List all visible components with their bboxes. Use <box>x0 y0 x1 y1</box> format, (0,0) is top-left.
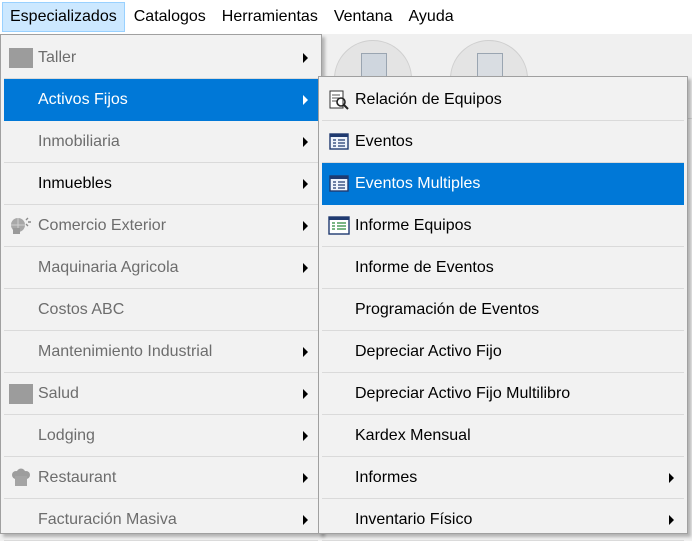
activos-fijos-item-label: Depreciar Activo Fijo <box>355 343 502 360</box>
activos-fijos-item-label: Informes <box>355 469 418 486</box>
activos-fijos-item-eventos[interactable]: Eventos <box>322 121 684 163</box>
especializados-item-taller[interactable]: Taller <box>4 37 318 79</box>
activos-fijos-item-inventario-fisico[interactable]: Inventario Físico <box>322 499 684 541</box>
submenu-arrow-icon <box>303 53 308 63</box>
activos-fijos-item-label: Informe de Eventos <box>355 259 494 276</box>
especializados-item-label: Taller <box>38 49 77 66</box>
especializados-item-label: Comercio Exterior <box>38 217 167 234</box>
especializados-item-salud[interactable]: Salud <box>4 373 318 415</box>
activos-fijos-item-programacion-de-eventos[interactable]: Programación de Eventos <box>322 289 684 331</box>
especializados-item-label: Restaurant <box>38 469 117 486</box>
menu-bar: Especializados Catalogos Herramientas Ve… <box>0 0 692 34</box>
submenu-arrow-icon <box>303 515 308 525</box>
activos-fijos-item-label: Eventos Multiples <box>355 175 481 192</box>
especializados-item-facturacion-masiva[interactable]: Facturación Masiva <box>4 499 318 541</box>
table-icon <box>327 174 351 194</box>
gray-square-icon <box>9 384 33 404</box>
activos-fijos-item-eventos-multiples[interactable]: Eventos Multiples <box>322 163 684 205</box>
menubar-herramientas[interactable]: Herramientas <box>215 2 325 32</box>
especializados-item-label: Mantenimiento Industrial <box>38 343 213 360</box>
especializados-item-label: Salud <box>38 385 79 402</box>
especializados-menu: Taller Activos Fijos Inmobiliaria Inmuebles… <box>0 34 322 541</box>
especializados-item-comercio-exterior[interactable]: Comercio Exterior <box>4 205 318 247</box>
submenu-arrow-icon <box>303 263 308 273</box>
especializados-item-label: Inmobiliaria <box>38 133 120 150</box>
gray-square-icon <box>9 48 33 68</box>
menubar-especializados[interactable]: Especializados <box>2 2 125 32</box>
submenu-arrow-icon <box>669 473 674 483</box>
menubar-ventana[interactable]: Ventana <box>327 2 400 32</box>
menubar-ayuda[interactable]: Ayuda <box>402 2 461 32</box>
especializados-item-label: Maquinaria Agricola <box>38 259 179 276</box>
activos-fijos-item-label: Kardex Mensual <box>355 427 471 444</box>
especializados-item-maquinaria-agricola[interactable]: Maquinaria Agricola <box>4 247 318 289</box>
activos-fijos-item-label: Informe Equipos <box>355 217 472 234</box>
activos-fijos-item-depreciar-activo-fijo-multilibro[interactable]: Depreciar Activo Fijo Multilibro <box>322 373 684 415</box>
activos-fijos-item-label: Programación de Eventos <box>355 301 540 318</box>
activos-fijos-item-label: Eventos <box>355 133 413 150</box>
activos-fijos-item-relacion-de-equipos[interactable]: Relación de Equipos <box>322 79 684 121</box>
submenu-arrow-icon <box>303 347 308 357</box>
especializados-item-restaurant[interactable]: Restaurant <box>4 457 318 499</box>
activos-fijos-item-label: Depreciar Activo Fijo Multilibro <box>355 385 571 402</box>
report-table-icon <box>327 216 351 236</box>
calculator-icon <box>477 53 503 77</box>
document-icon <box>361 53 387 77</box>
submenu-arrow-icon <box>303 389 308 399</box>
activos-fijos-item-label: Relación de Equipos <box>355 91 502 108</box>
especializados-item-costos-abc[interactable]: Costos ABC <box>4 289 318 331</box>
activos-fijos-item-informe-equipos[interactable]: Informe Equipos <box>322 205 684 247</box>
especializados-item-activos-fijos[interactable]: Activos Fijos <box>4 79 318 121</box>
activos-fijos-item-informes[interactable]: Informes <box>322 457 684 499</box>
activos-fijos-item-kardex-mensual[interactable]: Kardex Mensual <box>322 415 684 457</box>
especializados-item-label: Facturación Masiva <box>38 511 177 528</box>
especializados-item-lodging[interactable]: Lodging <box>4 415 318 457</box>
menubar-catalogos[interactable]: Catalogos <box>127 2 213 32</box>
especializados-item-label: Costos ABC <box>38 301 125 318</box>
especializados-item-label: Lodging <box>38 427 95 444</box>
table-icon <box>327 132 351 152</box>
submenu-arrow-icon <box>303 95 308 105</box>
activos-fijos-item-informe-de-eventos[interactable]: Informe de Eventos <box>322 247 684 289</box>
submenu-arrow-icon <box>303 431 308 441</box>
activos-fijos-item-depreciar-activo-fijo[interactable]: Depreciar Activo Fijo <box>322 331 684 373</box>
especializados-item-label: Inmuebles <box>38 175 112 192</box>
especializados-item-label: Activos Fijos <box>38 91 128 108</box>
globe-house-icon <box>9 216 33 236</box>
submenu-arrow-icon <box>669 515 674 525</box>
especializados-item-inmuebles[interactable]: Inmuebles <box>4 163 318 205</box>
submenu-arrow-icon <box>303 473 308 483</box>
activos-fijos-submenu: Relación de Equipos Eventos Eventos Multip… <box>318 76 688 541</box>
gray-chef-icon <box>9 468 33 488</box>
submenu-arrow-icon <box>303 137 308 147</box>
document-search-icon <box>327 90 351 110</box>
especializados-item-mantenimiento-industrial[interactable]: Mantenimiento Industrial <box>4 331 318 373</box>
activos-fijos-item-label: Inventario Físico <box>355 511 473 528</box>
especializados-item-inmobiliaria[interactable]: Inmobiliaria <box>4 121 318 163</box>
submenu-arrow-icon <box>303 179 308 189</box>
submenu-arrow-icon <box>303 221 308 231</box>
